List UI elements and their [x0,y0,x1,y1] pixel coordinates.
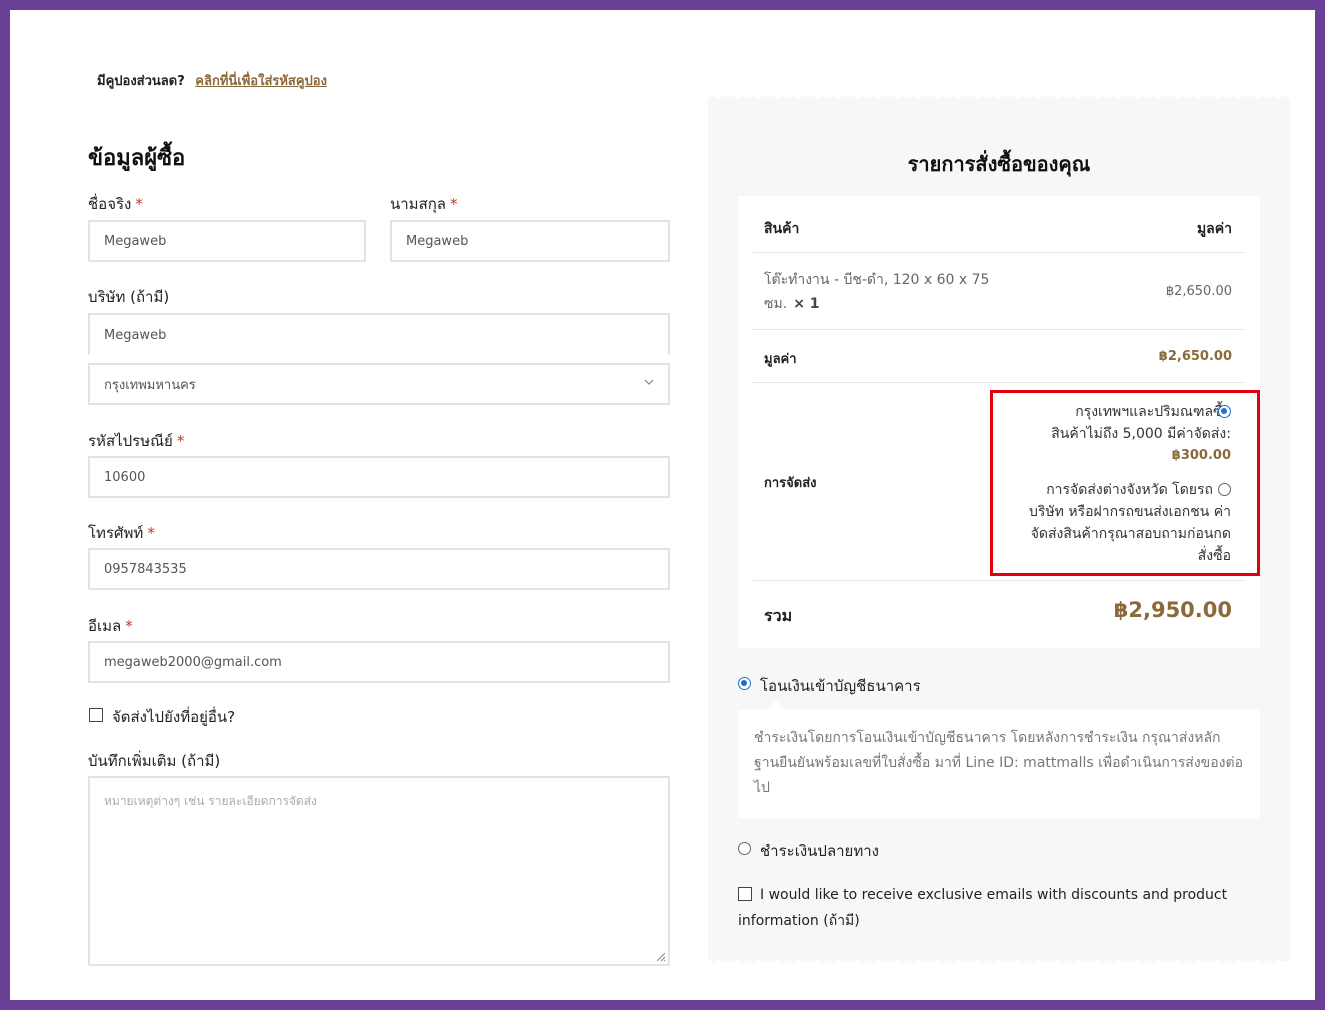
email-label: อีเมล * [88,617,133,635]
phone-label: โทรศัพท์ * [88,524,155,542]
divider [753,382,1245,383]
postcode-label: รหัสไปรษณีย์ * [88,432,185,450]
last-name-input[interactable]: Megaweb [390,220,670,262]
col-product-header: สินค้า [764,221,800,237]
total-value: ฿2,950.00 [1113,598,1232,622]
shipping-options-highlight: กรุงเทพฯและปริมณฑลซื้อ สินค้าไม่ถึง 5,00… [990,390,1260,576]
ship-option-bangkok[interactable]: กรุงเทพฯและปริมณฑลซื้อ สินค้าไม่ถึง 5,00… [1051,401,1231,467]
billing-title: ข้อมูลผู้ซื้อ [88,146,186,171]
order-title: รายการสั่งซื้อของคุณ [907,152,1091,176]
item-price: ฿2,650.00 [1165,284,1232,299]
payment-bank-description: ชำระเงินโดยการโอนเงินเข้าบัญชีธนาคาร โดย… [738,700,1260,818]
notes-textarea[interactable]: หมายเหตุต่างๆ เช่น รายละเอียดการจัดส่ง [88,776,670,966]
subtotal-value: ฿2,650.00 [1158,349,1232,364]
item-qty: × 1 [793,296,820,312]
ship-elsewhere-checkbox[interactable] [89,708,103,722]
zigzag-edge-top [708,96,1290,100]
coupon-notice: มีคูปองส่วนลด? คลิกที่นี่เพื่อใส่รหัสคูป… [97,70,327,91]
ship-option-province[interactable]: การจัดส่งต่างจังหวัด โดยรถ บริษัท หรือฝา… [981,479,1231,567]
notes-placeholder: หมายเหตุต่างๆ เช่น รายละเอียดการจัดส่ง [104,794,317,808]
email-input[interactable]: megaweb2000@gmail.com [88,641,670,683]
payment-bank-label[interactable]: โอนเงินเข้าบัญชีธนาคาร [760,674,921,698]
first-name-input[interactable]: Megaweb [88,220,366,262]
province-value: กรุงเทพมหานคร [104,377,196,393]
divider [753,252,1245,253]
first-name-label: ชื่อจริง * [88,195,143,213]
col-value-header: มูลค่า [1196,221,1232,237]
total-label: รวม [764,606,793,625]
company-input[interactable]: Megaweb [88,313,670,355]
coupon-link[interactable]: คลิกที่นี่เพื่อใส่รหัสคูปอง [195,74,327,89]
order-review-panel: รายการสั่งซื้อของคุณ สินค้า มูลค่า โต๊ะท… [708,96,1290,962]
ship-option-bangkok-radio[interactable] [1218,405,1231,418]
order-table: สินค้า มูลค่า โต๊ะทำงาน - บีช-ดำ, 120 x … [738,196,1260,648]
coupon-question: มีคูปองส่วนลด? [97,74,185,89]
newsletter-checkbox[interactable] [738,887,752,901]
ship-elsewhere-label: จัดส่งไปยังที่อยู่อื่น? [112,708,236,726]
notes-label: บันทึกเพิ่มเติม (ถ้ามี) [88,752,221,770]
checkout-page: มีคูปองส่วนลด? คลิกที่นี่เพื่อใส่รหัสคูป… [10,10,1315,1000]
payment-cod-label[interactable]: ชำระเงินปลายทาง [760,839,879,863]
phone-input[interactable]: 0957843535 [88,548,670,590]
shipping-label: การจัดส่ง [764,476,817,491]
province-select[interactable]: กรุงเทพมหานคร [88,363,670,405]
divider [753,580,1245,581]
postcode-input[interactable]: 10600 [88,456,670,498]
last-name-label: นามสกุล * [390,195,458,213]
order-item: โต๊ะทำงาน - บีช-ดำ, 120 x 60 x 75 ซม. × 1 [764,268,1004,316]
subtotal-label: มูลค่า [764,352,797,367]
chevron-down-icon [644,379,654,385]
company-label: บริษัท (ถ้ามี) [88,288,170,306]
newsletter-optin: I would like to receive exclusive emails… [738,882,1260,934]
payment-bank-radio[interactable] [738,677,751,690]
divider [753,329,1245,330]
newsletter-label[interactable]: I would like to receive exclusive emails… [738,887,1227,929]
payment-cod-radio[interactable] [738,842,751,855]
zigzag-edge-bottom [708,958,1290,962]
ship-option-province-radio[interactable] [1218,483,1231,496]
resize-grip-icon[interactable] [654,950,666,962]
ship-option-bangkok-price: ฿300.00 [1171,448,1231,463]
